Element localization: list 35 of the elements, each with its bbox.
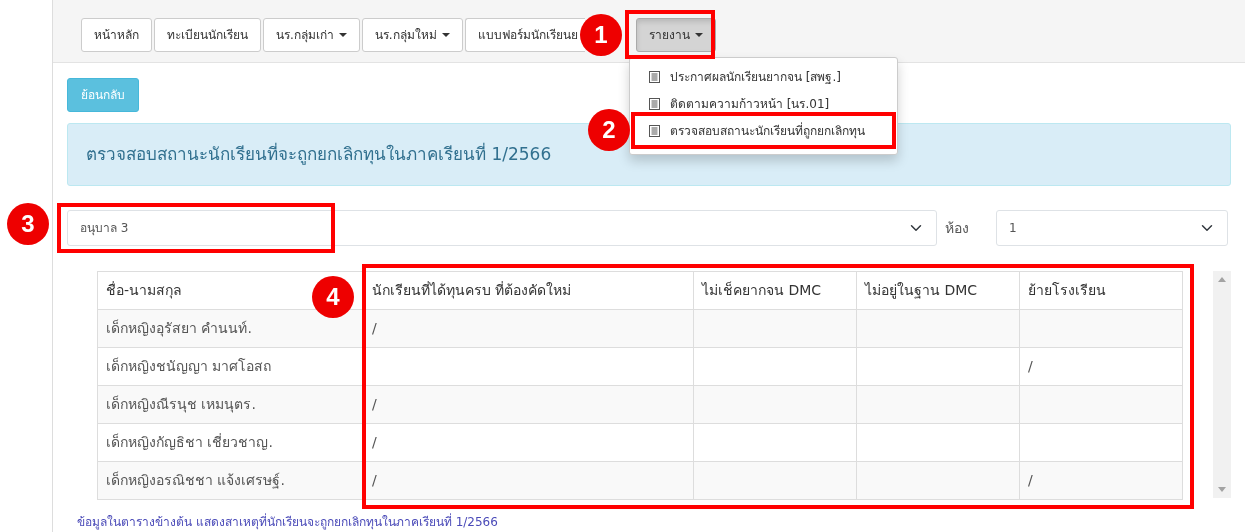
- document-icon: [649, 124, 660, 137]
- student-name: เด็กหญิงชนัญญา มาศโอสถ: [97, 347, 364, 386]
- table-cell: /: [363, 423, 694, 462]
- nav-button[interactable]: รายงาน: [635, 18, 716, 52]
- table-cell: /: [363, 461, 694, 500]
- scroll-up-icon[interactable]: [1218, 277, 1226, 282]
- nav-button[interactable]: หน้าหลัก: [81, 18, 152, 52]
- scroll-down-icon[interactable]: [1218, 487, 1226, 492]
- table-cell: /: [1019, 461, 1183, 500]
- nav-button[interactable]: นร.กลุ่มใหม่: [361, 18, 463, 52]
- nav-button[interactable]: ทะเบียนนักเรียน: [154, 18, 261, 52]
- nav-button[interactable]: แบบฟอร์มนักเรียนย: [464, 18, 585, 52]
- table-cell: /: [363, 385, 694, 424]
- student-name: เด็กหญิงกัญธิชา เชี่ยวชาญ.: [97, 423, 364, 462]
- callout-badge: 2: [588, 109, 630, 151]
- room-label: ห้อง: [945, 218, 969, 238]
- document-icon: [649, 97, 660, 110]
- room-select[interactable]: 1: [996, 210, 1228, 246]
- callout-badge: 3: [7, 203, 49, 245]
- nav-button[interactable]: นร.กลุ่มเก่า: [263, 18, 360, 52]
- class-select[interactable]: อนุบาล 3: [67, 210, 937, 246]
- column-header: นักเรียนที่ได้ทุนครบ ที่ต้องคัดใหม่: [363, 271, 694, 310]
- table-cell: /: [363, 309, 694, 348]
- menu-item[interactable]: ประกาศผลนักเรียนยากจน [สพฐ.]: [636, 63, 891, 90]
- scrollbar[interactable]: [1213, 271, 1231, 498]
- student-name: เด็กหญิงณีรนุช เหมนุตร.: [97, 385, 364, 424]
- footnote: ข้อมูลในตารางข้างต้น แสดงสาเหตุที่นักเรียนจะถูกยกเลิกทุนในภาคเรียนที่ 1/2566: [77, 513, 499, 531]
- column-header: ไม่เช็คยากจน DMC: [693, 271, 857, 310]
- menu-item[interactable]: ติดตามความก้าวหน้า [นร.01]: [636, 90, 891, 117]
- callout-badge: 4: [312, 276, 354, 318]
- column-header: ย้ายโรงเรียน: [1019, 271, 1183, 310]
- column-header: ไม่อยู่ในฐาน DMC: [856, 271, 1020, 310]
- student-name: เด็กหญิงอรณิชชา แจ้งเศรษฐ์.: [97, 461, 364, 500]
- table-cell: /: [1019, 347, 1183, 386]
- document-icon: [649, 70, 660, 83]
